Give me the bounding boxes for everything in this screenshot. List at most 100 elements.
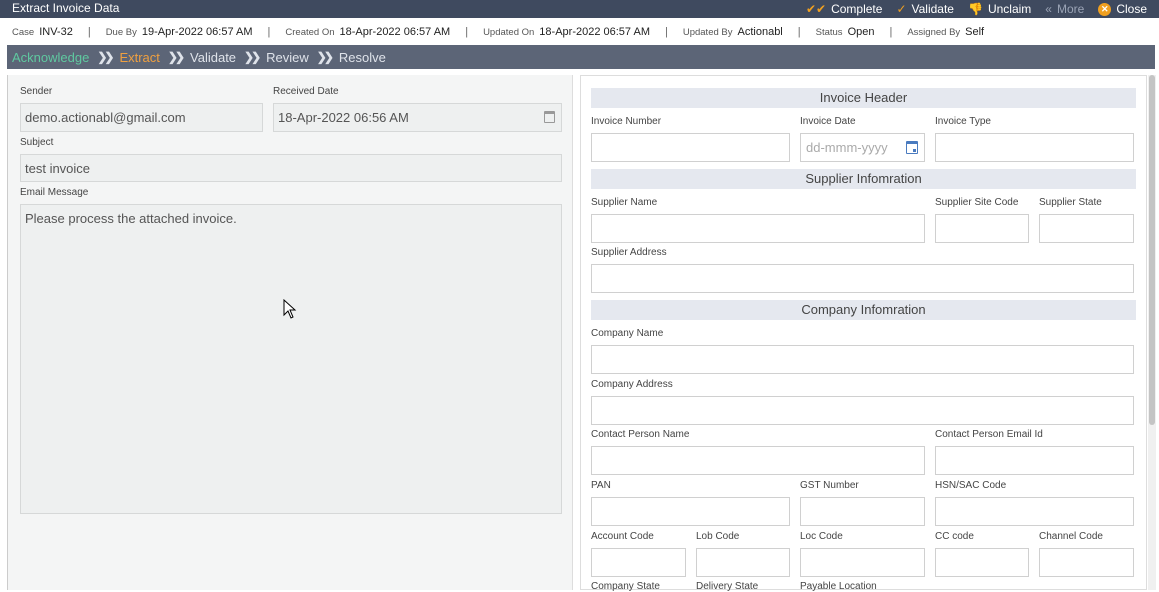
supplier-address-input[interactable] — [591, 264, 1134, 293]
assigned-label: Assigned By — [907, 27, 961, 38]
vertical-scrollbar[interactable] — [1148, 75, 1156, 590]
cc-code-label: CC code — [935, 531, 974, 542]
more-button[interactable]: « More — [1045, 2, 1084, 16]
company-name-label: Company Name — [591, 328, 664, 339]
updated-info: Updated On 18-Apr-2022 06:57 AM — [483, 26, 650, 38]
sender-value: demo.actionabl@gmail.com — [25, 110, 186, 125]
toolbar: ✔✔ Complete ✓ Validate 👎 Unclaim « More … — [806, 0, 1159, 18]
supplier-site-code-input[interactable] — [935, 214, 1029, 243]
step-resolve[interactable]: Resolve — [339, 50, 386, 65]
validate-label: Validate — [911, 2, 954, 16]
status-info: Status Open — [816, 26, 875, 38]
company-name-input[interactable] — [591, 345, 1134, 374]
step-validate[interactable]: Validate — [190, 50, 236, 65]
divider: | — [87, 26, 91, 38]
company-address-input[interactable] — [591, 396, 1134, 425]
email-message-field[interactable]: Please process the attached invoice. — [20, 204, 562, 514]
supplier-state-input[interactable] — [1039, 214, 1134, 243]
divider: | — [465, 26, 469, 38]
hsn-sac-code-input[interactable] — [935, 497, 1134, 526]
sender-label: Sender — [20, 86, 53, 97]
complete-button[interactable]: ✔✔ Complete — [806, 2, 882, 16]
subject-field[interactable]: test invoice — [20, 154, 562, 182]
close-button[interactable]: ✕ Close — [1098, 2, 1147, 16]
complete-label: Complete — [831, 2, 883, 16]
received-date-field[interactable]: 18-Apr-2022 06:56 AM — [273, 103, 562, 132]
divider: | — [797, 26, 801, 38]
updated-label: Updated On — [483, 27, 535, 38]
supplier-site-code-label: Supplier Site Code — [935, 197, 1019, 208]
step-review[interactable]: Review — [266, 50, 309, 65]
pan-label: PAN — [591, 480, 611, 491]
sender-field[interactable]: demo.actionabl@gmail.com — [20, 103, 263, 132]
double-chevron-left-icon: « — [1045, 2, 1052, 16]
contact-person-name-label: Contact Person Name — [591, 429, 690, 440]
assigned-value: Self — [965, 26, 985, 38]
cc-code-input[interactable] — [935, 548, 1029, 577]
divider: | — [267, 26, 271, 38]
invoice-number-input[interactable] — [591, 133, 790, 162]
double-chevron-right-icon: ❯❯ — [316, 50, 334, 64]
invoice-date-placeholder: dd-mmm-yyyy — [806, 140, 888, 155]
due-label: Due By — [105, 27, 137, 38]
created-label: Created On — [285, 27, 335, 38]
updated-by-label: Updated By — [682, 27, 733, 38]
due-info: Due By 19-Apr-2022 06:57 AM — [106, 26, 253, 38]
payable-location-label: Payable Location — [800, 581, 877, 592]
assigned-info: Assigned By Self — [907, 26, 984, 38]
updated-by-info: Updated By Actionabl — [683, 26, 783, 38]
created-value: 18-Apr-2022 06:57 AM — [339, 26, 451, 38]
created-info: Created On 18-Apr-2022 06:57 AM — [285, 26, 450, 38]
invoice-number-label: Invoice Number — [591, 116, 662, 127]
loc-code-input[interactable] — [800, 548, 925, 577]
step-extract[interactable]: Extract — [119, 50, 159, 65]
pan-input[interactable] — [591, 497, 790, 526]
close-label: Close — [1116, 2, 1147, 16]
calendar-icon[interactable] — [906, 141, 918, 154]
supplier-name-input[interactable] — [591, 214, 925, 243]
invoice-type-input[interactable] — [935, 133, 1134, 162]
email-message-value: Please process the attached invoice. — [25, 211, 237, 226]
double-check-icon: ✔✔ — [805, 2, 827, 16]
updated-value: 18-Apr-2022 06:57 AM — [539, 26, 650, 38]
company-address-label: Company Address — [591, 379, 673, 390]
mouse-cursor-icon — [283, 299, 297, 319]
lob-code-input[interactable] — [696, 548, 790, 577]
email-message-label: Email Message — [20, 187, 89, 198]
supplier-address-label: Supplier Address — [591, 247, 667, 258]
close-icon: ✕ — [1098, 2, 1112, 16]
supplier-name-label: Supplier Name — [591, 197, 658, 208]
gst-number-label: GST Number — [800, 480, 859, 491]
contact-person-email-label: Contact Person Email Id — [935, 429, 1043, 440]
workflow-steps: Acknowledge ❯❯ Extract ❯❯ Validate ❯❯ Re… — [7, 45, 1155, 69]
supplier-state-label: Supplier State — [1039, 197, 1102, 208]
thumbs-down-icon: 👎 — [967, 2, 983, 16]
lob-code-label: Lob Code — [696, 531, 740, 542]
subject-label: Subject — [20, 137, 54, 148]
validate-button[interactable]: ✓ Validate — [896, 2, 954, 16]
scrollbar-thumb[interactable] — [1149, 75, 1155, 425]
step-acknowledge[interactable]: Acknowledge — [12, 50, 89, 65]
account-code-input[interactable] — [591, 548, 686, 577]
loc-code-label: Loc Code — [800, 531, 843, 542]
title-bar: Extract Invoice Data ✔✔ Complete ✓ Valid… — [0, 0, 1159, 18]
contact-person-name-input[interactable] — [591, 446, 925, 475]
divider: | — [664, 26, 668, 38]
calendar-icon[interactable] — [544, 111, 555, 123]
gst-number-input[interactable] — [800, 497, 925, 526]
case-value: INV-32 — [39, 26, 73, 38]
updated-by-value: Actionabl — [737, 26, 783, 38]
hsn-sac-code-label: HSN/SAC Code — [935, 480, 1007, 491]
subject-value: test invoice — [25, 160, 91, 176]
company-state-label: Company State — [591, 581, 660, 592]
window-title: Extract Invoice Data — [12, 1, 120, 15]
invoice-date-input[interactable]: dd-mmm-yyyy — [800, 133, 925, 162]
contact-person-email-input[interactable] — [935, 446, 1134, 475]
unclaim-label: Unclaim — [987, 2, 1032, 16]
check-icon: ✓ — [896, 2, 907, 16]
invoice-header-section: Invoice Header — [591, 88, 1136, 108]
channel-code-input[interactable] — [1039, 548, 1134, 577]
unclaim-button[interactable]: 👎 Unclaim — [968, 2, 1031, 16]
case-info: Case INV-32 — [12, 26, 73, 38]
due-value: 19-Apr-2022 06:57 AM — [141, 26, 253, 38]
